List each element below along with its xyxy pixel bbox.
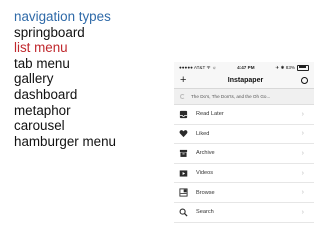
archive-box-icon	[178, 148, 188, 158]
chevron-right-icon: ›	[301, 208, 304, 216]
chevron-right-icon: ›	[301, 169, 304, 177]
status-bar: ●●●●● AT&T ᯤ ☼ 4:47 PM ✈ ✱ 83%	[174, 62, 314, 73]
app-title: Instapaper	[227, 77, 264, 84]
chevron-right-icon: ›	[301, 149, 304, 157]
loading-spinner-icon	[180, 94, 185, 99]
heart-icon	[178, 129, 188, 139]
menu-item-label: Browse	[196, 189, 215, 196]
menu-item-browse[interactable]: Browse ›	[174, 183, 314, 203]
settings-ring-icon[interactable]	[301, 77, 308, 84]
list-item-metaphor: metaphor	[14, 102, 71, 118]
chevron-right-icon: ›	[301, 189, 304, 197]
menu-item-read-later[interactable]: Read Later ›	[174, 105, 314, 125]
menu-item-label: Read Later	[196, 111, 224, 118]
inbox-tray-icon	[178, 109, 188, 119]
list-menu: Read Later › Liked › Archive › Videos ›	[174, 105, 314, 223]
navigation-types-list: navigation types springboard list menu t…	[14, 9, 116, 149]
add-button[interactable]: +	[180, 75, 190, 86]
battery-icon	[297, 64, 309, 71]
list-item-carousel: carousel	[14, 118, 65, 134]
menu-item-label: Liked	[196, 130, 210, 137]
list-item-hamburger-menu: hamburger menu	[14, 133, 116, 149]
battery-text: ✈ ✱ 83%	[275, 64, 295, 70]
list-item-dashboard: dashboard	[14, 86, 78, 102]
article-preview-row[interactable]: The Do's, The Don'ts, and the Oh Go...	[174, 89, 314, 105]
carrier-signal: ●●●●● AT&T ᯤ ☼	[179, 64, 217, 70]
menu-item-label: Archive	[196, 150, 215, 157]
magnifier-icon	[178, 207, 188, 217]
battery-status: ✈ ✱ 83%	[275, 64, 309, 71]
list-item-list-menu: list menu	[14, 40, 68, 56]
menu-item-search[interactable]: Search ›	[174, 203, 314, 223]
article-preview-title: The Do's, The Don'ts, and the Oh Go...	[191, 94, 271, 99]
chevron-right-icon: ›	[301, 130, 304, 138]
menu-item-label: Videos	[196, 170, 214, 177]
list-heading-navigation-types: navigation types	[14, 9, 111, 24]
menu-item-videos[interactable]: Videos ›	[174, 164, 314, 184]
menu-item-label: Search	[196, 209, 214, 216]
menu-item-archive[interactable]: Archive ›	[174, 144, 314, 164]
status-time: 4:47 PM	[237, 65, 255, 70]
video-play-icon	[178, 168, 188, 178]
list-item-gallery: gallery	[14, 71, 54, 87]
menu-item-liked[interactable]: Liked ›	[174, 125, 314, 145]
chevron-right-icon: ›	[301, 110, 304, 118]
list-item-tab-menu: tab menu	[14, 55, 70, 71]
nav-bar: + Instapaper	[174, 73, 314, 89]
browse-grid-icon	[178, 188, 188, 198]
list-item-springboard: springboard	[14, 24, 85, 40]
phone-screenshot: ●●●●● AT&T ᯤ ☼ 4:47 PM ✈ ✱ 83% + Instapa…	[174, 62, 314, 226]
